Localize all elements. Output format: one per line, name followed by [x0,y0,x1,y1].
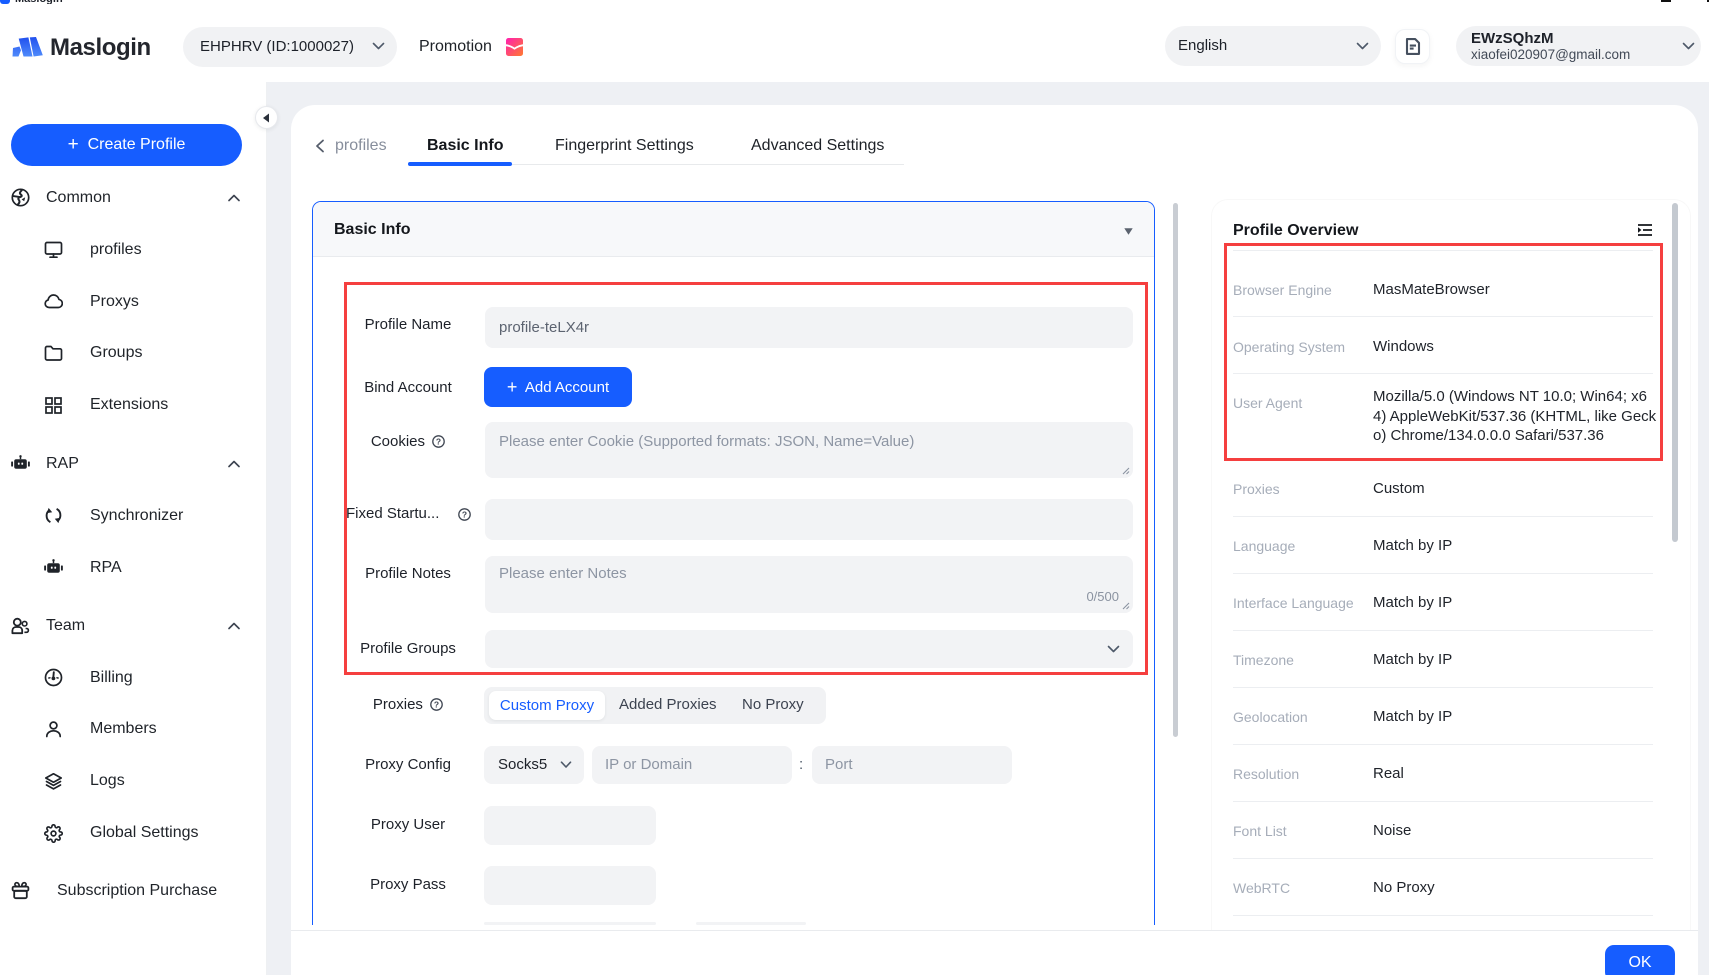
svg-text:?: ? [434,699,439,709]
